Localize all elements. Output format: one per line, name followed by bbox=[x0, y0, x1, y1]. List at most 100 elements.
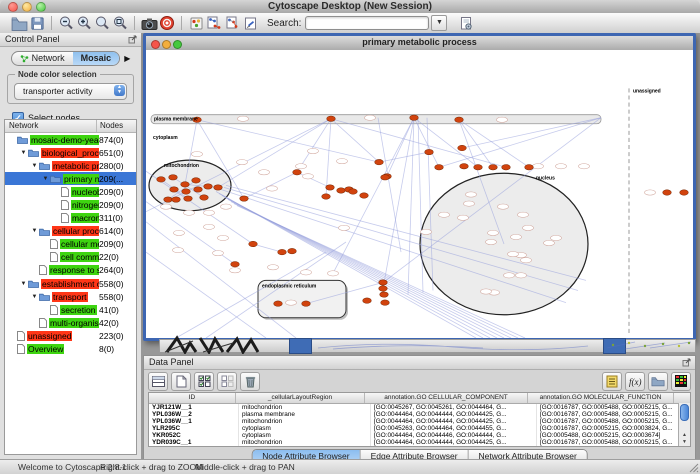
network-node[interactable] bbox=[380, 292, 389, 297]
network-node[interactable] bbox=[274, 301, 283, 306]
network-node[interactable] bbox=[680, 190, 689, 195]
network-node-label[interactable] bbox=[184, 210, 195, 215]
float-panel-icon[interactable] bbox=[682, 358, 691, 371]
network-node-label[interactable] bbox=[551, 235, 562, 240]
network-node[interactable] bbox=[322, 194, 331, 199]
attribute-table-icon[interactable] bbox=[148, 372, 168, 391]
node-color-dropdown[interactable]: transporter activity ▲▼ bbox=[14, 83, 127, 100]
network-node-label[interactable] bbox=[497, 117, 508, 122]
network-node[interactable] bbox=[381, 175, 390, 180]
tree-row[interactable]: nitrogen compoun209(0) bbox=[5, 198, 136, 211]
table-row[interactable]: YKR052Ccytoplasm[GO:0044464, GO:0044446,… bbox=[149, 432, 690, 439]
expand-arrow-icon[interactable]: ▼ bbox=[19, 281, 28, 287]
expand-arrow-icon[interactable]: ▼ bbox=[19, 150, 28, 156]
zoom-fit-icon[interactable] bbox=[111, 15, 129, 32]
zoom-in-icon[interactable] bbox=[75, 15, 93, 32]
network-node[interactable] bbox=[460, 163, 469, 168]
search-options-icon[interactable] bbox=[457, 15, 475, 32]
network-node[interactable] bbox=[375, 159, 384, 164]
network-node-label[interactable] bbox=[237, 160, 248, 165]
network-canvas[interactable]: plasma membranecytoplasmmitochondrionnuc… bbox=[146, 50, 693, 338]
tree-row[interactable]: response to stimulu264(0) bbox=[5, 264, 136, 277]
background-window-fragment[interactable] bbox=[289, 338, 312, 354]
network-node-label[interactable] bbox=[486, 239, 497, 244]
network-node[interactable] bbox=[381, 300, 390, 305]
network-node-label[interactable] bbox=[267, 186, 278, 191]
float-panel-icon[interactable] bbox=[128, 35, 137, 48]
table-scrollbar[interactable]: ▲▼ bbox=[678, 403, 690, 446]
network-node[interactable] bbox=[200, 195, 209, 200]
network-edge[interactable] bbox=[459, 120, 493, 167]
network-node[interactable] bbox=[170, 187, 179, 192]
network-edge[interactable] bbox=[253, 244, 282, 252]
network-node-label[interactable] bbox=[556, 164, 567, 169]
network-node[interactable] bbox=[169, 175, 178, 180]
open-session-icon[interactable] bbox=[10, 15, 28, 32]
tree-row[interactable]: ▼biological_process651(0) bbox=[5, 146, 136, 159]
help-lifebuoy-icon[interactable] bbox=[158, 15, 176, 32]
tree-row[interactable]: multi-organism pro42(0) bbox=[5, 316, 136, 329]
tree-row[interactable]: Overview8(0) bbox=[5, 343, 136, 356]
scrollbar-arrows[interactable]: ▲▼ bbox=[679, 432, 690, 446]
zoom-out-icon[interactable] bbox=[57, 15, 75, 32]
network-node-label[interactable] bbox=[645, 190, 656, 195]
tree-row[interactable]: mosaic-demo-yeast874(0) bbox=[5, 133, 136, 146]
tree-row[interactable]: unassigned223(0) bbox=[5, 329, 136, 342]
network-node-label[interactable] bbox=[161, 204, 172, 209]
network-node[interactable] bbox=[214, 185, 223, 190]
tree-row[interactable]: cell communicat22(0) bbox=[5, 251, 136, 264]
save-session-icon[interactable] bbox=[28, 15, 46, 32]
table-column-header[interactable]: annotation.GO CELLULAR_COMPONENT bbox=[365, 393, 528, 403]
annotation-icon[interactable] bbox=[241, 15, 259, 32]
network-node-label[interactable] bbox=[238, 116, 249, 121]
search-dropdown-button[interactable]: ▼ bbox=[431, 15, 447, 31]
network-node[interactable] bbox=[327, 116, 336, 121]
tree-column-network[interactable]: Network bbox=[5, 120, 97, 132]
network-node-label[interactable] bbox=[339, 225, 350, 230]
network-node-label[interactable] bbox=[498, 204, 509, 209]
table-row[interactable]: YJR121W__1mitochondrion[GO:0045267, GO:0… bbox=[149, 404, 690, 411]
network-node[interactable] bbox=[293, 170, 302, 175]
network-node-label[interactable] bbox=[511, 234, 522, 239]
table-row[interactable]: YLR295Ccytoplasm[GO:0045263, GO:0044464,… bbox=[149, 425, 690, 432]
formula-builder-icon[interactable]: f(x) bbox=[625, 372, 645, 391]
tree-row[interactable]: secretion41(0) bbox=[5, 303, 136, 316]
network-node-label[interactable] bbox=[230, 268, 241, 273]
table-row[interactable]: YDR039C__1mitochondrion[GO:0044464, GO:0… bbox=[149, 439, 690, 446]
window-titlebar[interactable]: Cytoscape Desktop (New Session) bbox=[0, 0, 700, 14]
network-edge[interactable] bbox=[459, 120, 529, 167]
tree-row[interactable]: ▼metabolic process280(0) bbox=[5, 159, 136, 172]
network-node-label[interactable] bbox=[481, 289, 492, 294]
network-node-label[interactable] bbox=[259, 170, 270, 175]
network-node-label[interactable] bbox=[504, 273, 515, 278]
network-node-label[interactable] bbox=[213, 250, 224, 255]
expand-arrow-icon[interactable]: ▼ bbox=[30, 294, 39, 300]
background-network-thumbnail[interactable] bbox=[163, 335, 283, 354]
tab-overflow-arrow[interactable]: ▶ bbox=[124, 54, 130, 63]
network-node-label[interactable] bbox=[301, 270, 312, 275]
network-node[interactable] bbox=[157, 177, 166, 182]
network-node[interactable] bbox=[410, 115, 419, 120]
select-attributes-icon[interactable] bbox=[194, 372, 214, 391]
network-node-label[interactable] bbox=[508, 251, 519, 256]
network-node-label[interactable] bbox=[173, 247, 184, 252]
tree-row[interactable]: ▼primary metabolic proce209(... bbox=[5, 172, 136, 185]
network-node[interactable] bbox=[502, 164, 511, 169]
network-node-label[interactable] bbox=[464, 201, 475, 206]
network-node-label[interactable] bbox=[365, 115, 376, 120]
network-node[interactable] bbox=[363, 298, 372, 303]
tree-row[interactable]: cellular metaboli209(0) bbox=[5, 238, 136, 251]
network-node-label[interactable] bbox=[544, 240, 555, 245]
expand-arrow-icon[interactable]: ▼ bbox=[30, 228, 39, 234]
network-edge[interactable] bbox=[197, 120, 379, 162]
network-node-label[interactable] bbox=[521, 258, 532, 263]
network-node[interactable] bbox=[525, 164, 534, 169]
network-edge[interactable] bbox=[414, 118, 478, 168]
network-node[interactable] bbox=[181, 182, 190, 187]
network-node-label[interactable] bbox=[296, 164, 307, 169]
tree-row[interactable]: nucleobase-contain209(0) bbox=[5, 185, 136, 198]
network-view-window[interactable]: primary metabolic process plasma membran… bbox=[143, 33, 696, 341]
network-edge[interactable] bbox=[297, 172, 330, 187]
network-node-label[interactable] bbox=[328, 271, 339, 276]
import-attributes-icon[interactable] bbox=[648, 372, 668, 391]
